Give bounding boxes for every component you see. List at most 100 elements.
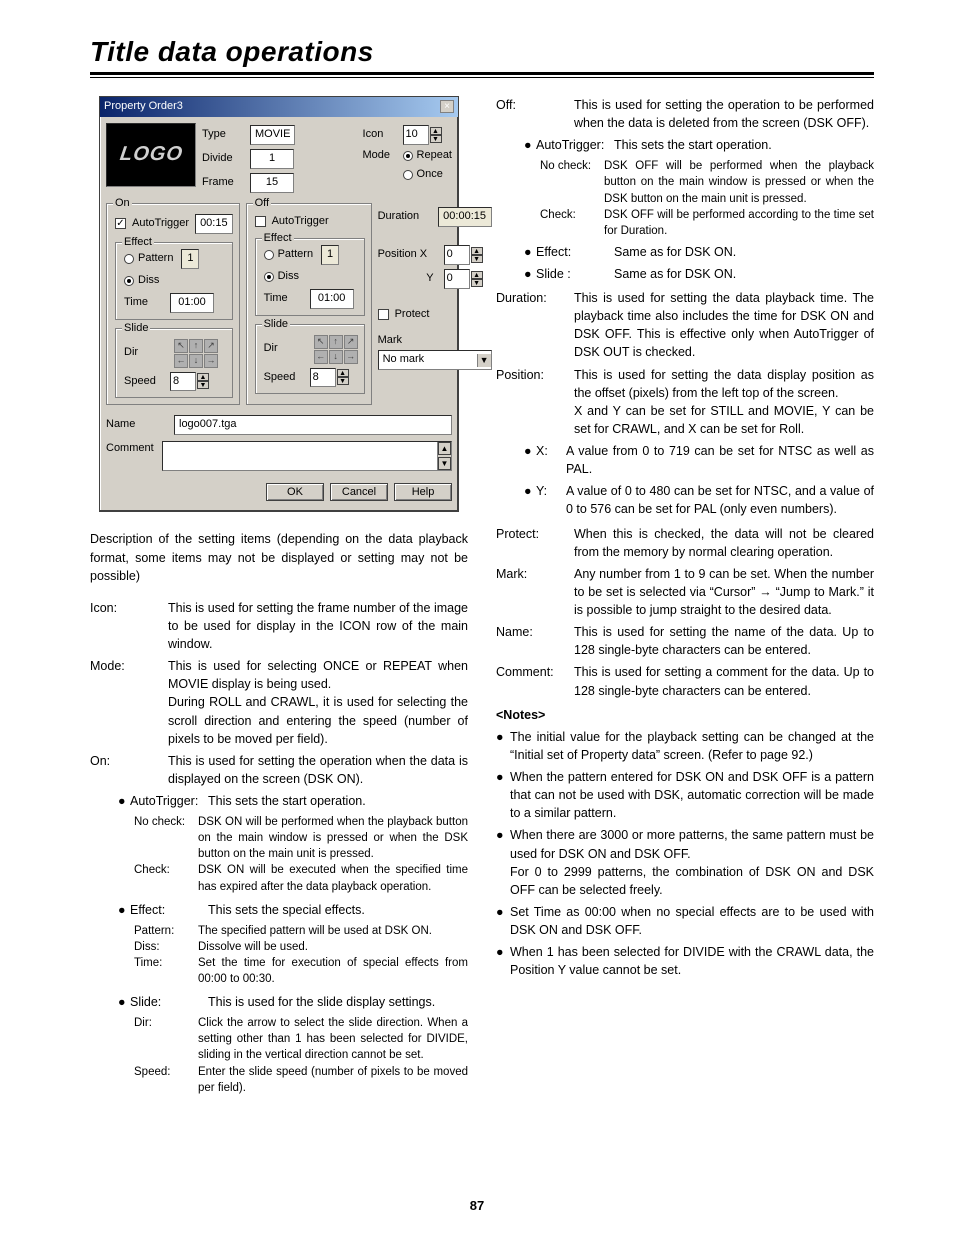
page-number: 87 (0, 1198, 954, 1213)
title-rule (90, 72, 874, 78)
posy-label: Y (378, 271, 438, 287)
note-2: When the pattern entered for DSK ON and … (510, 768, 874, 822)
position-desc: This is used for setting the data displa… (574, 366, 874, 439)
dir-term: Dir: (134, 1015, 198, 1063)
mode-once-radio[interactable]: Once (403, 167, 443, 183)
autotrigger-desc: This sets the start operation. (208, 792, 468, 810)
comment-desc: This is used for setting a comment for t… (574, 663, 874, 699)
on-dir-arrows[interactable]: ↖↑↗←↓→ (174, 339, 218, 368)
duration-label: Duration (378, 209, 432, 225)
icon-desc: This is used for setting the frame numbe… (168, 599, 468, 653)
r-check-desc: DSK OFF will be performed according to t… (604, 207, 874, 239)
pattern-desc: The specified pattern will be used at DS… (198, 923, 468, 939)
r-nocheck-desc: DSK OFF will be performed when the playb… (604, 158, 874, 206)
off-term: Off: (496, 96, 574, 132)
on-group: On ✓AutoTrigger00:15 Effect Pattern1 Dis… (106, 203, 240, 406)
diss-term: Diss: (134, 939, 198, 955)
speed-desc: Enter the slide speed (number of pixels … (198, 1064, 468, 1096)
on-diss-radio[interactable]: Diss (124, 273, 226, 289)
on-time-value[interactable]: 01:00 (170, 293, 214, 313)
note-1: The initial value for the playback setti… (510, 728, 874, 764)
name-label: Name (106, 417, 166, 433)
check-term: Check: (134, 862, 198, 894)
comment-term: Comment: (496, 663, 574, 699)
cancel-button[interactable]: Cancel (330, 483, 388, 501)
nocheck-term: No check: (134, 814, 198, 862)
protect-desc: When this is checked, the data will not … (574, 525, 874, 561)
pattern-term: Pattern: (134, 923, 198, 939)
mode-repeat-radio[interactable]: Repeat (403, 148, 452, 164)
mode-term: Mode: (90, 657, 168, 748)
notes-heading: <Notes> (496, 706, 874, 724)
on-autotrigger-check[interactable]: ✓ (115, 218, 126, 229)
off-desc: This is used for setting the operation t… (574, 96, 874, 132)
position-term: Position: (496, 366, 574, 439)
on-speed-stepper[interactable]: 8▲▼ (170, 372, 209, 392)
bullet-icon: ● (496, 903, 510, 939)
duration-value[interactable]: 00:00:15 (438, 207, 492, 227)
posy-stepper[interactable]: 0▲▼ (444, 269, 483, 289)
time-term: Time: (134, 955, 198, 987)
scroll-down-icon[interactable]: ▼ (438, 457, 451, 470)
r-slide-desc: Same as for DSK ON. (614, 265, 874, 283)
time-desc: Set the time for execution of special ef… (198, 955, 468, 987)
icon-stepper[interactable]: 10▲▼ (403, 125, 442, 145)
off-group: Off AutoTrigger Effect Pattern1 Diss Tim… (246, 203, 372, 406)
intro-text: Description of the setting items (depend… (90, 530, 468, 584)
dir-desc: Click the arrow to select the slide dire… (198, 1015, 468, 1063)
on-desc: This is used for setting the operation w… (168, 752, 468, 788)
dialog-title-text: Property Order3 (104, 99, 183, 115)
bullet-icon: ● (524, 442, 536, 478)
help-button[interactable]: Help (394, 483, 452, 501)
on-at-value[interactable]: 00:15 (195, 214, 233, 234)
frame-value: 15 (250, 173, 294, 193)
name-term: Name: (496, 623, 574, 659)
slide-desc: This is used for the slide display setti… (208, 993, 468, 1011)
mark-term: Mark: (496, 565, 574, 619)
off-diss-radio[interactable]: Diss (264, 269, 358, 285)
type-label: Type (202, 127, 244, 143)
type-value: MOVIE (250, 125, 295, 145)
r-autotrigger-term: AutoTrigger: (536, 136, 614, 154)
y-term: Y: (536, 482, 566, 518)
effect-term: Effect: (130, 901, 208, 919)
bullet-icon: ● (524, 482, 536, 518)
bullet-icon: ● (118, 993, 130, 1011)
r-effect-term: Effect: (536, 243, 614, 261)
off-speed-stepper[interactable]: 8▲▼ (310, 368, 349, 388)
bullet-icon: ● (524, 136, 536, 154)
off-autotrigger-check[interactable] (255, 216, 266, 227)
name-field[interactable]: logo007.tga (174, 415, 452, 435)
on-pattern-radio[interactable]: Pattern1 (124, 249, 226, 269)
ok-button[interactable]: OK (266, 483, 324, 501)
off-time-value[interactable]: 01:00 (310, 289, 354, 309)
y-desc: A value of 0 to 480 can be set for NTSC,… (566, 482, 874, 518)
comment-field[interactable]: ▲▼ (162, 441, 452, 471)
logo-preview: LOGO (106, 123, 196, 187)
posx-stepper[interactable]: 0▲▼ (444, 245, 483, 265)
icon-label: Icon (363, 127, 397, 143)
nocheck-desc: DSK ON will be performed when the playba… (198, 814, 468, 862)
note-3: When there are 3000 or more patterns, th… (510, 826, 874, 899)
name-desc: This is used for setting the name of the… (574, 623, 874, 659)
page-title: Title data operations (90, 36, 874, 68)
mark-combo[interactable]: No mark▼ (378, 350, 492, 370)
effect-desc: This sets the special effects. (208, 901, 468, 919)
diss-desc: Dissolve will be used. (198, 939, 468, 955)
r-slide-term: Slide : (536, 265, 614, 283)
mark-desc: Any number from 1 to 9 can be set. When … (574, 565, 874, 619)
off-pattern-radio[interactable]: Pattern1 (264, 245, 358, 265)
x-term: X: (536, 442, 566, 478)
dialog-titlebar: Property Order3 × (100, 97, 458, 117)
bullet-icon: ● (118, 792, 130, 810)
bullet-icon: ● (496, 943, 510, 979)
close-icon[interactable]: × (440, 100, 454, 113)
logo-text: LOGO (118, 140, 185, 169)
off-dir-arrows[interactable]: ↖↑↗←↓→ (314, 335, 358, 364)
r-autotrigger-desc: This sets the start operation. (614, 136, 874, 154)
duration-desc: This is used for setting the data playba… (574, 289, 874, 362)
protect-check[interactable] (378, 309, 389, 320)
bullet-icon: ● (496, 826, 510, 899)
scroll-up-icon[interactable]: ▲ (438, 442, 451, 455)
r-nocheck-term: No check: (540, 158, 604, 206)
